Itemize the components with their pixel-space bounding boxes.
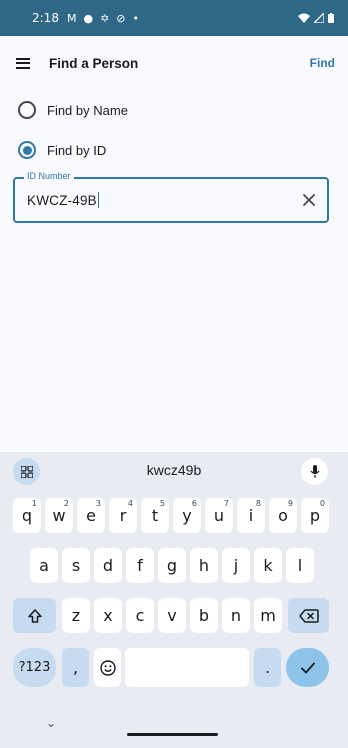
clear-icon[interactable] bbox=[301, 192, 317, 208]
page-title: Find a Person bbox=[49, 55, 139, 71]
key-b[interactable]: b bbox=[190, 598, 218, 633]
emoji-icon bbox=[99, 659, 116, 676]
word-suggestion[interactable]: kwcz49b bbox=[0, 462, 348, 478]
shift-icon bbox=[27, 608, 42, 623]
key-f[interactable]: f bbox=[126, 548, 154, 583]
enter-key[interactable] bbox=[286, 648, 329, 687]
dot-icon: • bbox=[132, 11, 140, 25]
status-time: 2:18 bbox=[32, 11, 59, 25]
key-s[interactable]: s bbox=[62, 548, 90, 583]
wifi-icon bbox=[298, 13, 310, 23]
id-number-value: KWCZ-49B bbox=[27, 193, 97, 208]
key-m[interactable]: m bbox=[254, 598, 282, 633]
soft-keyboard: kwcz49b q1 w2 e3 r4 t5 y6 u7 i8 o9 p0 a … bbox=[0, 452, 348, 748]
key-z[interactable]: z bbox=[62, 598, 90, 633]
navigation-bar: ⌄ bbox=[0, 712, 348, 748]
radio-find-by-name[interactable]: Find by Name bbox=[18, 101, 128, 119]
radio-button-unchecked[interactable] bbox=[18, 101, 36, 119]
keyhole-icon: ● bbox=[83, 11, 94, 25]
status-right-icons bbox=[298, 13, 334, 23]
find-button[interactable]: Find bbox=[310, 56, 335, 70]
key-d[interactable]: d bbox=[94, 548, 122, 583]
emoji-key[interactable] bbox=[94, 648, 121, 687]
gmail-icon: M bbox=[66, 11, 77, 25]
key-i[interactable]: i8 bbox=[237, 498, 265, 533]
key-v[interactable]: v bbox=[158, 598, 186, 633]
period-key[interactable]: . bbox=[254, 648, 281, 687]
radio-button-checked[interactable] bbox=[18, 141, 36, 159]
key-h[interactable]: h bbox=[190, 548, 218, 583]
shift-key[interactable] bbox=[13, 598, 56, 633]
key-n[interactable]: n bbox=[222, 598, 250, 633]
check-icon bbox=[300, 662, 315, 673]
fan-icon: ✡ bbox=[100, 11, 110, 25]
blocked-icon: ⊘ bbox=[116, 11, 126, 25]
radio-label-find-by-name: Find by Name bbox=[47, 102, 128, 118]
key-j[interactable]: j bbox=[222, 548, 250, 583]
id-number-label: ID Number bbox=[24, 171, 74, 181]
microphone-icon[interactable] bbox=[301, 458, 328, 485]
key-w[interactable]: w2 bbox=[45, 498, 73, 533]
backspace-icon bbox=[298, 608, 319, 623]
key-a[interactable]: a bbox=[30, 548, 58, 583]
backspace-key[interactable] bbox=[288, 598, 329, 633]
id-number-field[interactable]: ID Number KWCZ-49B bbox=[13, 171, 329, 223]
key-e[interactable]: e3 bbox=[77, 498, 105, 533]
text-cursor bbox=[97, 192, 100, 208]
menu-icon[interactable] bbox=[16, 57, 30, 69]
signal-icon bbox=[314, 13, 324, 23]
key-r[interactable]: r4 bbox=[109, 498, 137, 533]
radio-label-find-by-id: Find by ID bbox=[47, 142, 107, 158]
key-l[interactable]: l bbox=[286, 548, 314, 583]
space-key[interactable] bbox=[125, 648, 249, 687]
key-x[interactable]: x bbox=[94, 598, 122, 633]
key-t[interactable]: t5 bbox=[141, 498, 169, 533]
home-pill[interactable] bbox=[127, 733, 218, 736]
symbols-key[interactable]: ?123 bbox=[13, 648, 56, 687]
app-bar: Find a Person Find bbox=[0, 36, 348, 90]
key-c[interactable]: c bbox=[126, 598, 154, 633]
key-o[interactable]: o9 bbox=[269, 498, 297, 533]
battery-icon bbox=[328, 13, 334, 23]
radio-find-by-id[interactable]: Find by ID bbox=[18, 141, 106, 159]
key-k[interactable]: k bbox=[254, 548, 282, 583]
comma-key[interactable]: , bbox=[62, 648, 89, 687]
key-q[interactable]: q1 bbox=[13, 498, 41, 533]
key-u[interactable]: u7 bbox=[205, 498, 233, 533]
id-number-input[interactable]: KWCZ-49B bbox=[27, 192, 100, 208]
key-y[interactable]: y6 bbox=[173, 498, 201, 533]
chevron-down-icon[interactable]: ⌄ bbox=[46, 716, 56, 730]
key-p[interactable]: p0 bbox=[301, 498, 329, 533]
status-bar: 2:18 M ● ✡ ⊘ • bbox=[0, 0, 348, 36]
key-g[interactable]: g bbox=[158, 548, 186, 583]
keyboard-suggestion-strip: kwcz49b bbox=[0, 452, 348, 490]
